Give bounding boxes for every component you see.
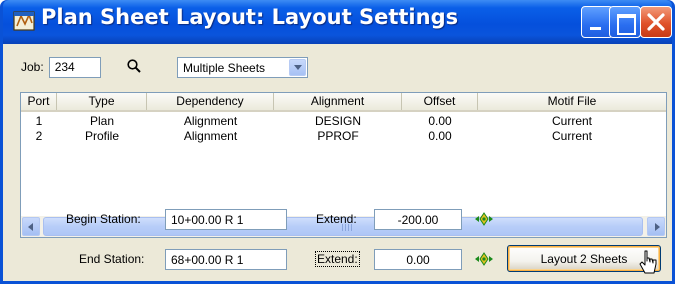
begin-extend-field[interactable]: -200.00 (374, 209, 462, 230)
mouse-pointer-icon (639, 250, 657, 274)
end-extend-field[interactable]: 0.00 (374, 249, 462, 270)
cell-port: 2 (35, 129, 43, 143)
cell-dependency: Alignment (183, 129, 238, 143)
cell-offset: 0.00 (428, 114, 452, 128)
column-header-type[interactable]: Type (57, 93, 147, 110)
begin-extend-value: -200.00 (397, 212, 439, 227)
job-number-field[interactable]: 234 (48, 56, 101, 78)
begin-extend-label: Extend: (316, 212, 357, 226)
cell-motif-file: Current (551, 114, 592, 128)
end-station-label: End Station: (79, 252, 145, 266)
sheet-mode-value: Multiple Sheets (183, 60, 266, 75)
cell-offset: 0.00 (428, 129, 452, 143)
search-icon[interactable] (126, 58, 142, 74)
cell-type: Profile (84, 129, 119, 143)
plan-sheet-app-icon (13, 11, 35, 31)
scroll-left-icon[interactable] (22, 217, 40, 236)
title-bar[interactable]: Plan Sheet Layout: Layout Settings (3, 0, 672, 44)
table-row[interactable]: 2 Profile Alignment PPROF 0.00 Current (21, 129, 666, 144)
begin-station-field[interactable]: 10+00.00 R 1 (165, 209, 287, 230)
sheet-mode-dropdown[interactable]: Multiple Sheets (177, 57, 308, 78)
end-station-field[interactable]: 68+00.00 R 1 (165, 249, 287, 270)
close-icon (647, 13, 665, 31)
cell-motif-file: Current (551, 129, 592, 143)
column-header-motif-file[interactable]: Motif File (478, 93, 666, 110)
end-station-value: 68+00.00 R 1 (171, 252, 244, 267)
layout-sheets-button-label: Layout 2 Sheets (540, 251, 628, 266)
begin-station-value: 10+00.00 R 1 (171, 212, 244, 227)
column-header-dependency[interactable]: Dependency (147, 93, 274, 110)
table-row[interactable]: 1 Plan Alignment DESIGN 0.00 Current (21, 114, 666, 129)
cell-type: Plan (89, 114, 115, 128)
column-header-offset[interactable]: Offset (402, 93, 478, 110)
cell-dependency: Alignment (183, 114, 238, 128)
pick-point-icon[interactable] (474, 212, 494, 226)
column-header-alignment[interactable]: Alignment (274, 93, 402, 110)
column-header-port[interactable]: Port (21, 93, 57, 110)
table-header: Port Type Dependency Alignment Offset Mo… (21, 93, 666, 112)
job-label: Job: (21, 60, 44, 74)
chevron-down-icon[interactable] (289, 59, 306, 76)
scroll-right-icon[interactable] (647, 217, 665, 236)
end-extend-label: Extend: (315, 251, 360, 267)
close-button[interactable] (640, 6, 672, 38)
begin-station-label: Begin Station: (66, 212, 141, 226)
cell-alignment: PPROF (317, 129, 359, 143)
cell-port: 1 (35, 114, 43, 128)
dialog-window: Plan Sheet Layout: Layout Settings Job: … (0, 0, 675, 284)
pick-point-icon[interactable] (474, 252, 494, 266)
cell-alignment: DESIGN (314, 114, 361, 128)
job-number-value: 234 (54, 60, 75, 74)
end-extend-value: 0.00 (406, 252, 430, 267)
maximize-button[interactable] (609, 6, 641, 38)
window-title: Plan Sheet Layout: Layout Settings (41, 5, 459, 29)
job-row: Job: 234 (21, 56, 101, 78)
